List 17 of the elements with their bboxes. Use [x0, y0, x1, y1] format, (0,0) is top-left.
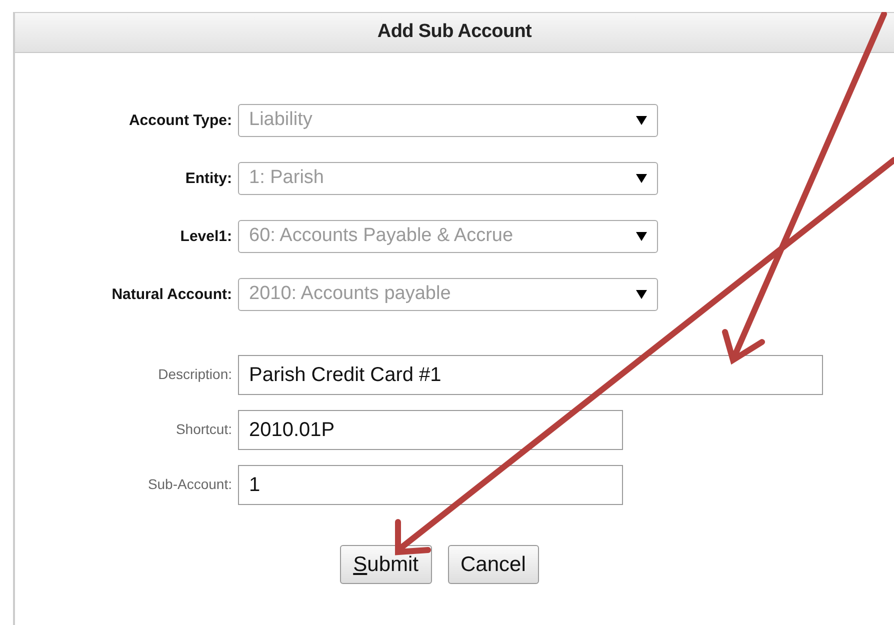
caret-icon [636, 115, 647, 126]
dialog-button[interactable]: Submit [340, 545, 432, 584]
caret-icon [636, 231, 647, 242]
text-field[interactable]: Parish Credit Card #1 [238, 355, 823, 395]
caret-icon [636, 173, 647, 184]
text-field[interactable]: 1 [238, 465, 623, 505]
field-label: Shortcut: [176, 421, 232, 437]
caret-icon [636, 289, 647, 300]
dialog-title: Add Sub Account [377, 20, 532, 44]
dialog-button[interactable]: Cancel [448, 545, 539, 584]
field-label: Entity: [185, 170, 232, 186]
field-label: Level1: [180, 228, 232, 244]
field-label: Account Type: [128, 112, 232, 128]
field-label: Sub-Account: [148, 476, 232, 492]
text-field[interactable]: 2010.01P [238, 410, 623, 450]
field-label: Natural Account: [112, 286, 232, 302]
field-label: Description: [158, 366, 232, 382]
